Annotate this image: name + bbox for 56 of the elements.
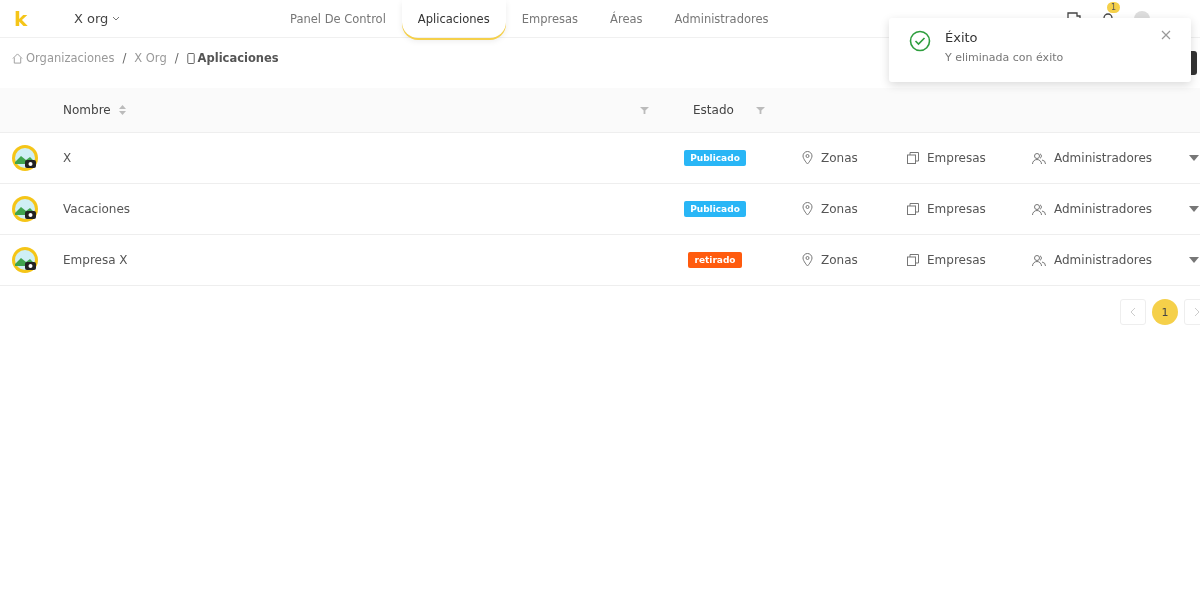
org-selector[interactable]: X org bbox=[74, 11, 224, 26]
app-name[interactable]: Vacaciones bbox=[63, 202, 131, 216]
logo: k bbox=[14, 6, 29, 31]
status-tag: Publicado bbox=[684, 201, 746, 217]
companies-link[interactable]: Empresas bbox=[927, 253, 986, 267]
caret-down-icon[interactable] bbox=[1189, 155, 1199, 161]
users-icon bbox=[1032, 253, 1046, 267]
toast-message: Y eliminada con éxito bbox=[945, 51, 1064, 64]
nav-tab[interactable]: Empresas bbox=[505, 0, 595, 38]
sort-icon[interactable] bbox=[118, 105, 126, 115]
column-header[interactable]: Nombre bbox=[63, 103, 111, 117]
previous-page-button[interactable] bbox=[1120, 299, 1146, 325]
admins-link[interactable]: Administradores bbox=[1054, 151, 1153, 165]
close-icon[interactable] bbox=[1161, 30, 1171, 40]
notification-badge: 1 bbox=[1107, 1, 1121, 13]
phone-icon bbox=[186, 52, 195, 64]
filter-icon[interactable] bbox=[756, 105, 765, 115]
app-icon bbox=[12, 145, 38, 171]
nav-tab[interactable]: Aplicaciones bbox=[401, 0, 506, 38]
caret-down-icon[interactable] bbox=[1189, 257, 1199, 263]
app-icon bbox=[12, 196, 38, 222]
admins-link[interactable]: Administradores bbox=[1054, 253, 1153, 267]
location-pin-icon bbox=[802, 202, 813, 216]
location-pin-icon bbox=[802, 253, 813, 267]
copy-icon bbox=[907, 203, 919, 215]
column-header[interactable]: Estado bbox=[693, 103, 734, 117]
companies-link[interactable]: Empresas bbox=[927, 202, 986, 216]
breadcrumb-separator: / bbox=[122, 51, 127, 65]
status-tag: Publicado bbox=[684, 150, 746, 166]
app-name[interactable]: Empresa X bbox=[63, 253, 128, 267]
admins-link[interactable]: Administradores bbox=[1054, 202, 1153, 216]
nav-tab[interactable]: Panel De Control bbox=[274, 0, 402, 38]
home-icon bbox=[12, 52, 23, 64]
companies-link[interactable]: Empresas bbox=[927, 151, 986, 165]
check-circle-icon bbox=[909, 30, 931, 52]
app-name[interactable]: X bbox=[63, 151, 72, 165]
zones-link[interactable]: Zonas bbox=[821, 151, 858, 165]
filter-icon[interactable] bbox=[640, 105, 649, 115]
breadcrumb-separator: / bbox=[174, 51, 179, 65]
toast-title: Éxito bbox=[945, 30, 979, 45]
app-icon bbox=[12, 247, 38, 273]
chevron-icon bbox=[112, 15, 121, 22]
copy-icon bbox=[907, 254, 919, 266]
chevron-left-icon bbox=[1130, 307, 1136, 317]
page-button[interactable]: 1 bbox=[1152, 299, 1178, 325]
status-tag: retirado bbox=[688, 252, 742, 268]
chevron-right-icon bbox=[1194, 307, 1200, 317]
nav-tab[interactable]: Administradores bbox=[658, 0, 785, 38]
location-pin-icon bbox=[802, 151, 813, 165]
zones-link[interactable]: Zonas bbox=[821, 202, 858, 216]
nav-tab[interactable]: Áreas bbox=[594, 0, 659, 38]
users-icon bbox=[1032, 202, 1046, 216]
users-icon bbox=[1032, 151, 1046, 165]
caret-down-icon[interactable] bbox=[1189, 206, 1199, 212]
copy-icon bbox=[907, 152, 919, 164]
zones-link[interactable]: Zonas bbox=[821, 253, 858, 267]
